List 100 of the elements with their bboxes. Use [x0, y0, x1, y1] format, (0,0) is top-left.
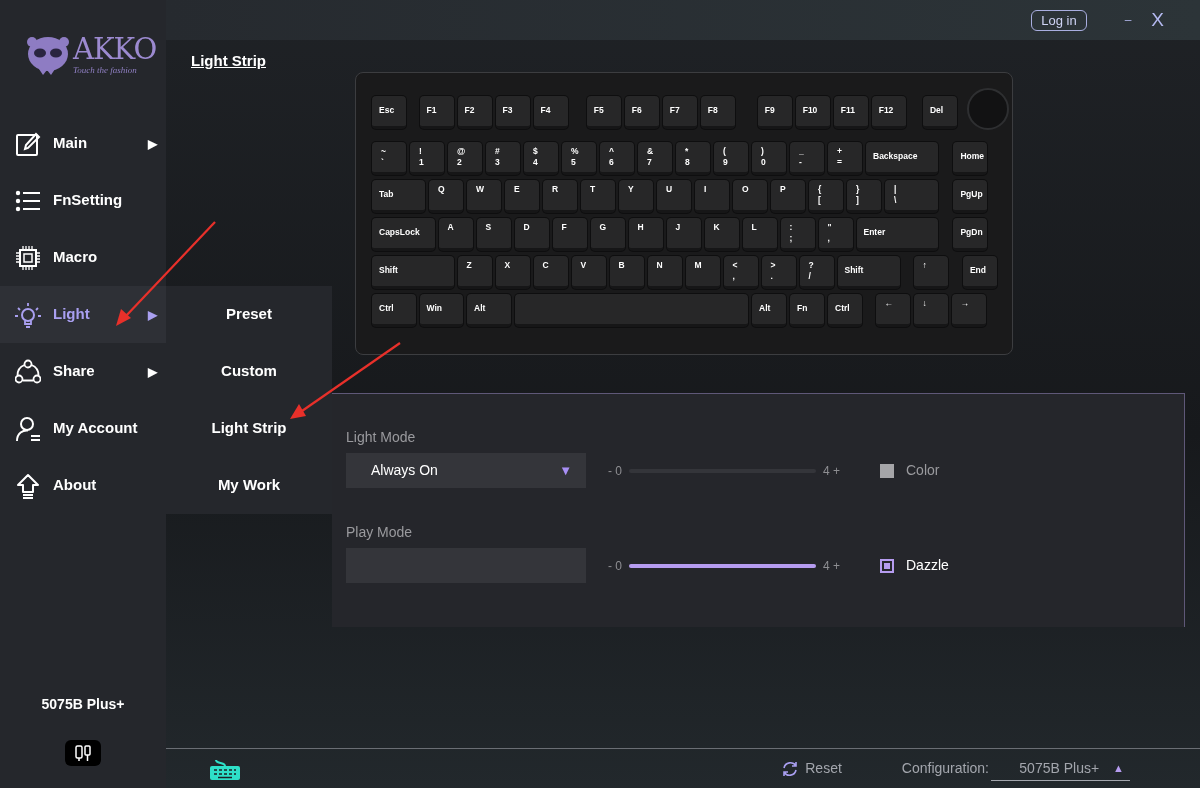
keyboard-key: PgUp [953, 179, 988, 213]
keyboard-key: < , [723, 255, 758, 289]
keyboard-key: F2 [457, 95, 492, 129]
keyboard-key: Win [419, 293, 463, 327]
keyboard-key: F9 [757, 95, 792, 129]
keyboard-key: PgDn [953, 217, 988, 251]
keyboard-key: ^ 6 [600, 141, 634, 175]
keyboard-key: O [733, 179, 767, 213]
upload-arrow-icon [15, 472, 41, 499]
keyboard-key: % 5 [562, 141, 596, 175]
keyboard-key: ↑ [913, 255, 948, 289]
keyboard-key: Enter [856, 217, 938, 251]
keyboard-key: { [ [809, 179, 843, 213]
share-icon [15, 358, 41, 385]
keyboard-key: F5 [586, 95, 621, 129]
keyboard-key: V [571, 255, 606, 289]
checkbox[interactable] [880, 558, 894, 573]
keyboard-key: ↓ [913, 293, 948, 327]
keyboard-key: & 7 [638, 141, 672, 175]
submenu-item[interactable]: Custom [166, 343, 332, 400]
sidebar-item[interactable]: Main ▶ [0, 115, 166, 172]
keyboard-key: Ctrl [828, 293, 862, 327]
keyboard-key: C [533, 255, 568, 289]
keyboard-key: ! 1 [410, 141, 444, 175]
configuration-label: Configuration: [901, 759, 989, 778]
slider-max-label: 4 + [823, 462, 841, 480]
sidebar-item[interactable]: Macro [0, 229, 166, 286]
user-icon [15, 415, 41, 442]
keyboard-key: Shift [372, 255, 454, 289]
brand-tagline: Touch the fashion [73, 66, 138, 75]
slider-min-label: - 0 [608, 462, 622, 480]
keyboard-key: @ 2 [448, 141, 482, 175]
slider-max-label: 4 + [823, 557, 841, 575]
page-title: Light Strip [191, 51, 266, 70]
keyboard-key: Del [923, 95, 957, 129]
keyboard-key: Y [619, 179, 653, 213]
keyboard-key: > . [761, 255, 796, 289]
keyboard-key: Backspace [866, 141, 938, 175]
login-button[interactable]: Log in [1031, 9, 1087, 31]
sidebar-item[interactable]: FnSetting [0, 172, 166, 229]
configuration-dropdown[interactable]: 5075B Plus+ ▲ [991, 756, 1130, 781]
keyboard-key: Alt [467, 293, 511, 327]
keyboard-key: _ - [790, 141, 824, 175]
field-label: Play Mode [346, 524, 413, 540]
keyboard-key: ? / [799, 255, 834, 289]
checkbox-label: Color [906, 461, 940, 480]
keyboard-key: Z [457, 255, 492, 289]
keyboard-icon [210, 757, 240, 780]
submenu-item[interactable]: Light Strip [166, 400, 332, 457]
keyboard-key: M [685, 255, 720, 289]
slider-min-label: - 0 [608, 557, 622, 575]
keyboard-key: End [962, 255, 997, 289]
keyboard-key: | \ [885, 179, 938, 213]
keyboard-key: F11 [833, 95, 868, 129]
slider-fill[interactable] [629, 563, 816, 568]
chip-icon [15, 244, 41, 271]
reset-button[interactable]: Reset [781, 758, 842, 779]
keyboard-key: J [666, 217, 701, 251]
checkbox-label: Dazzle [906, 556, 949, 575]
sidebar-item[interactable]: Light ▶ [0, 286, 166, 343]
keyboard-key: ) 0 [752, 141, 786, 175]
keyboard-key: A [438, 217, 473, 251]
keyboard-key: Home [953, 141, 988, 175]
keyboard-key: Fn [790, 293, 824, 327]
refresh-icon [781, 759, 800, 778]
sidebar-item[interactable]: About [0, 457, 166, 514]
keyboard-key: F6 [624, 95, 659, 129]
submenu-item[interactable]: My Work [166, 457, 332, 514]
close-button[interactable]: X [1151, 5, 1164, 35]
keyboard-key: F1 [419, 95, 454, 129]
keyboard-key: * 8 [676, 141, 710, 175]
keyboard-key: : ; [780, 217, 815, 251]
checkbox[interactable] [880, 463, 894, 478]
keyboard-key: F4 [533, 95, 568, 129]
keyboard-key: W [467, 179, 501, 213]
keyboard-key: T [581, 179, 615, 213]
field-label: Light Mode [346, 429, 416, 445]
keyboard-key: D [514, 217, 549, 251]
keyboard-key: Esc [372, 95, 406, 129]
keyboard-key: " , [818, 217, 853, 251]
keyboard-key: # 3 [486, 141, 520, 175]
keyboard-key: Tab [372, 179, 425, 213]
sidebar-item[interactable]: Share ▶ [0, 343, 166, 400]
keyboard-key: P [771, 179, 805, 213]
light-mode-dropdown[interactable]: Always On ▼ [346, 453, 586, 488]
keyboard-key: U [657, 179, 691, 213]
keyboard-key: I [695, 179, 729, 213]
keyboard-key: K [704, 217, 739, 251]
pencil-icon [15, 130, 41, 157]
submenu-item[interactable]: Preset [166, 286, 332, 343]
keyboard-key: G [590, 217, 625, 251]
minimize-button[interactable]: – [1124, 11, 1132, 29]
device-name: 5075B Plus+ [40, 695, 126, 714]
keyboard-key: Shift [837, 255, 900, 289]
keyboard-key: CapsLock [372, 217, 435, 251]
sidebar-item[interactable]: My Account [0, 400, 166, 457]
keyboard-key: E [505, 179, 539, 213]
keyboard-key: → [951, 293, 986, 327]
keyboard-key: L [742, 217, 777, 251]
keyboard-key: N [647, 255, 682, 289]
